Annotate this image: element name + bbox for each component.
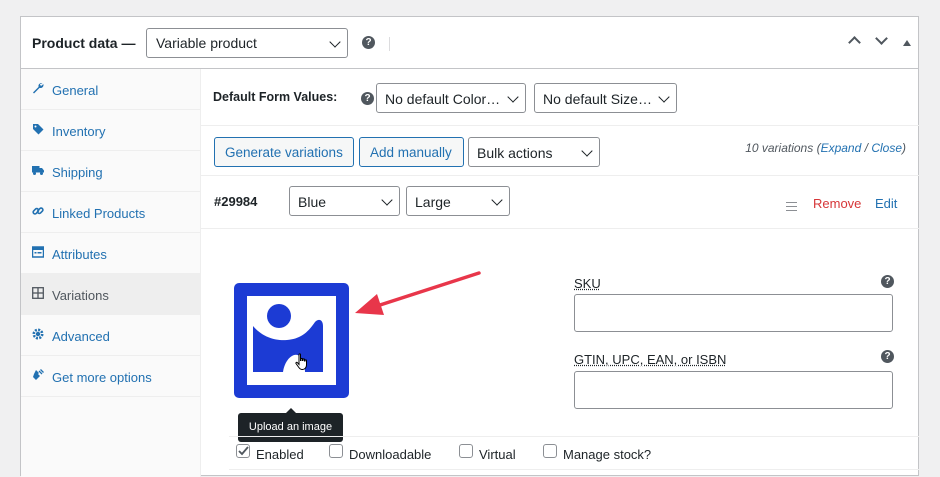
- help-icon[interactable]: ?: [881, 275, 894, 288]
- sku-input[interactable]: [574, 294, 893, 332]
- default-form-values-label: Default Form Values:: [213, 90, 337, 104]
- tab-label: Attributes: [52, 247, 107, 262]
- variations-count: 10 variations (Expand / Close): [745, 141, 906, 155]
- edit-variation-link[interactable]: Edit: [875, 196, 897, 211]
- wrench-icon: [32, 82, 44, 94]
- tab-label: General: [52, 83, 98, 98]
- expand-link[interactable]: Expand: [821, 141, 862, 155]
- variations-panel: Default Form Values: ? No default Color……: [201, 69, 920, 477]
- tag-icon: [32, 123, 44, 135]
- sku-label: SKU: [574, 276, 601, 291]
- gear-icon: [32, 328, 44, 340]
- default-size-value: No default Size…: [543, 91, 652, 107]
- generate-variations-button[interactable]: Generate variations: [214, 137, 354, 167]
- drag-handle-icon[interactable]: [786, 202, 797, 211]
- link-icon: [32, 205, 44, 217]
- variation-id: #29984: [214, 194, 257, 209]
- move-up-icon[interactable]: [847, 33, 861, 47]
- bulk-actions-value: Bulk actions: [477, 145, 552, 161]
- image-placeholder: [247, 296, 336, 385]
- help-icon[interactable]: ?: [362, 36, 375, 49]
- tab-label: Advanced: [52, 329, 110, 344]
- hand-cursor-icon: [295, 353, 309, 371]
- default-form-values-row: Default Form Values: ? No default Color……: [201, 69, 920, 126]
- plugin-icon: [32, 369, 44, 381]
- red-arrow-annotation: [353, 269, 483, 319]
- product-data-panel: Product data — Variable product ? Genera…: [20, 16, 919, 476]
- tab-advanced[interactable]: Advanced: [21, 315, 200, 356]
- variations-count-text: 10 variations: [745, 141, 813, 155]
- add-manually-button[interactable]: Add manually: [359, 137, 464, 167]
- tab-attributes[interactable]: Attributes: [21, 233, 200, 274]
- chevron-down-icon: [581, 145, 592, 156]
- default-color-value: No default Color…: [385, 91, 500, 107]
- chevron-down-icon: [507, 91, 518, 102]
- tab-label: Linked Products: [52, 206, 145, 221]
- virtual-checkbox[interactable]: [459, 444, 473, 458]
- collapse-toggle-icon[interactable]: [903, 40, 911, 46]
- chevron-down-icon: [329, 36, 340, 47]
- tab-shipping[interactable]: Shipping: [21, 151, 200, 192]
- tab-variations[interactable]: Variations: [21, 274, 200, 315]
- manage-stock-checkbox[interactable]: [543, 444, 557, 458]
- variation-size-value: Large: [415, 194, 451, 210]
- variation-color-select[interactable]: Blue: [289, 186, 400, 216]
- list-icon: [32, 246, 44, 258]
- product-type-value: Variable product: [156, 35, 257, 51]
- upload-image-button[interactable]: [234, 283, 349, 398]
- help-icon[interactable]: ?: [881, 350, 894, 363]
- checkmark-icon: [237, 445, 249, 457]
- grid-icon: [32, 287, 44, 299]
- chevron-down-icon: [381, 194, 392, 205]
- gtin-label: GTIN, UPC, EAN, or ISBN: [574, 352, 726, 367]
- tab-label: Get more options: [52, 370, 152, 385]
- divider: [229, 436, 919, 437]
- tab-inventory[interactable]: Inventory: [21, 110, 200, 151]
- chevron-down-icon: [658, 91, 669, 102]
- variation-header: #29984 Blue Large Remove Edit: [201, 176, 920, 229]
- product-type-select[interactable]: Variable product: [146, 28, 348, 58]
- divider: [229, 469, 919, 470]
- upload-image-tooltip: Upload an image: [238, 413, 343, 442]
- tab-linked-products[interactable]: Linked Products: [21, 192, 200, 233]
- default-size-select[interactable]: No default Size…: [534, 83, 677, 113]
- enabled-checkbox[interactable]: [236, 444, 250, 458]
- variations-toolbar: Generate variations Add manually Bulk ac…: [201, 126, 920, 176]
- tab-label: Variations: [52, 288, 109, 303]
- divider: [389, 37, 390, 51]
- downloadable-checkbox[interactable]: [329, 444, 343, 458]
- tab-general[interactable]: General: [21, 69, 200, 110]
- separator-slash: /: [865, 141, 868, 155]
- bulk-actions-select[interactable]: Bulk actions: [468, 137, 600, 167]
- tab-label: Inventory: [52, 124, 105, 139]
- tab-get-more-options[interactable]: Get more options: [21, 356, 200, 397]
- panel-header: Product data — Variable product ?: [21, 17, 918, 69]
- remove-variation-link[interactable]: Remove: [813, 196, 861, 211]
- image-icon: [247, 296, 336, 385]
- gtin-input[interactable]: [574, 371, 893, 409]
- variation-size-select[interactable]: Large: [406, 186, 510, 216]
- close-link[interactable]: Close: [871, 141, 902, 155]
- truck-icon: [32, 164, 44, 176]
- product-data-tabs: General Inventory Shipping Linked Produc…: [21, 69, 201, 477]
- chevron-down-icon: [491, 194, 502, 205]
- move-down-icon[interactable]: [874, 33, 888, 47]
- tab-label: Shipping: [52, 165, 103, 180]
- help-icon[interactable]: ?: [361, 92, 374, 105]
- default-color-select[interactable]: No default Color…: [376, 83, 526, 113]
- panel-title: Product data —: [32, 35, 135, 51]
- variation-color-value: Blue: [298, 194, 326, 210]
